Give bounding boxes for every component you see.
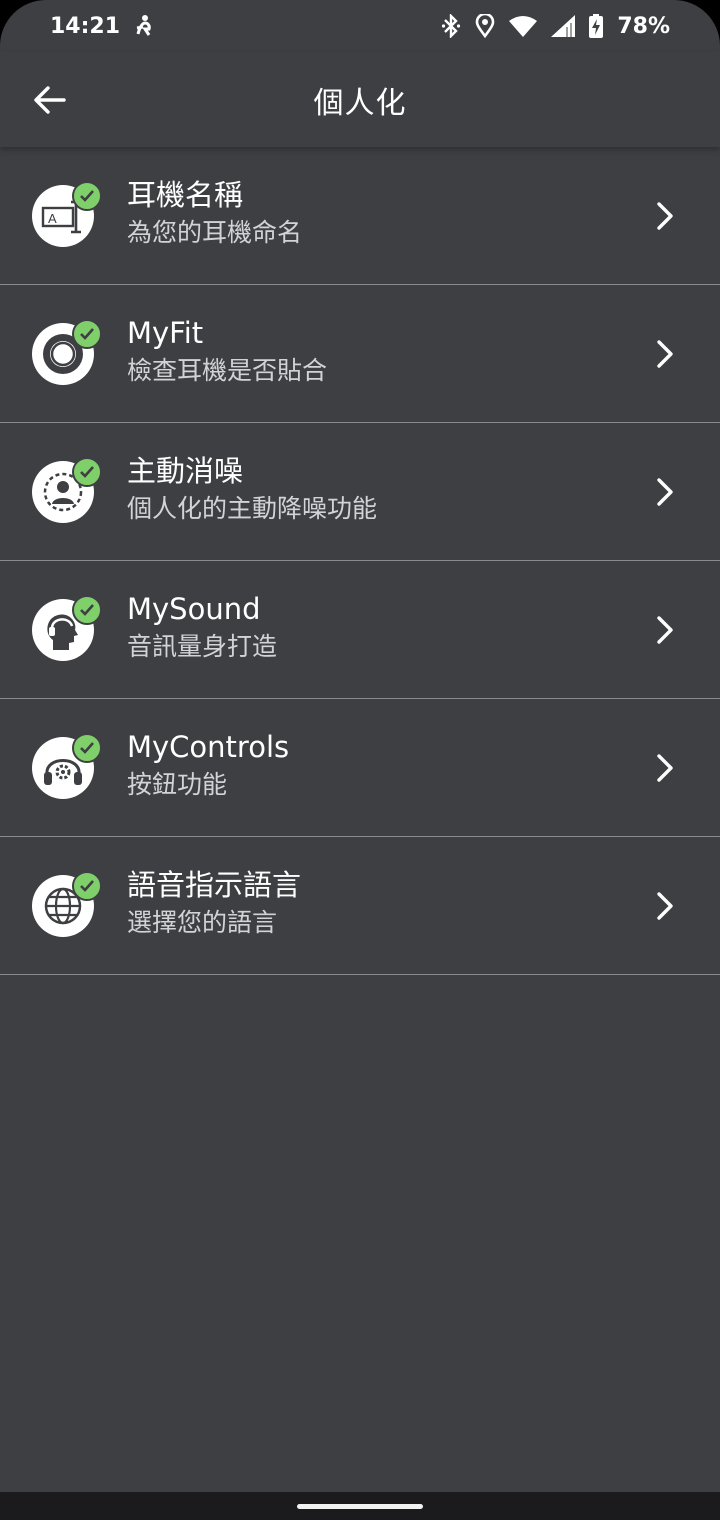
page-title: 個人化 bbox=[313, 85, 407, 121]
list-item-headset-name[interactable]: A 耳機名稱 為您的耳機命名 bbox=[0, 147, 720, 285]
battery-level: 78% bbox=[617, 13, 670, 39]
list-item-anc[interactable]: 主動消噪 個人化的主動降噪功能 bbox=[0, 423, 720, 561]
list-item-myfit[interactable]: MyFit 檢查耳機是否貼合 bbox=[0, 285, 720, 423]
item-subtitle: 音訊量身打造 bbox=[127, 632, 278, 661]
item-title: MyControls bbox=[127, 730, 290, 764]
location-icon bbox=[475, 14, 495, 38]
list-item-mycontrols[interactable]: MyControls 按鈕功能 bbox=[0, 699, 720, 837]
item-title: 語音指示語言 bbox=[127, 868, 302, 902]
check-icon bbox=[72, 181, 102, 211]
chevron-right-icon bbox=[657, 202, 673, 230]
back-button[interactable] bbox=[28, 78, 72, 122]
wifi-icon bbox=[509, 15, 538, 37]
chevron-right-icon bbox=[657, 892, 673, 920]
svg-text:A: A bbox=[48, 211, 57, 226]
check-icon bbox=[72, 871, 102, 901]
check-icon bbox=[72, 733, 102, 763]
item-icon-wrap bbox=[32, 871, 102, 939]
item-icon-wrap bbox=[32, 319, 102, 387]
item-subtitle: 個人化的主動降噪功能 bbox=[127, 494, 378, 523]
item-subtitle: 選擇您的語言 bbox=[127, 908, 278, 937]
chevron-right-icon bbox=[657, 478, 673, 506]
item-title: MySound bbox=[127, 592, 261, 626]
list-item-voice-language[interactable]: 語音指示語言 選擇您的語言 bbox=[0, 837, 720, 975]
item-icon-wrap bbox=[32, 595, 102, 663]
item-icon-wrap: A bbox=[32, 181, 102, 249]
status-time: 14:21 bbox=[50, 13, 121, 39]
bluetooth-icon bbox=[441, 14, 461, 38]
chevron-right-icon bbox=[657, 754, 673, 782]
item-title: 主動消噪 bbox=[127, 454, 244, 488]
back-arrow-icon bbox=[34, 86, 66, 114]
battery-charging-icon bbox=[589, 14, 604, 38]
item-icon-wrap bbox=[32, 733, 102, 801]
signal-icon bbox=[551, 15, 576, 37]
item-title: MyFit bbox=[127, 316, 204, 350]
chevron-right-icon bbox=[657, 616, 673, 644]
chevron-right-icon bbox=[657, 340, 673, 368]
settings-list: A 耳機名稱 為您的耳機命名 MyFit 檢查耳機是否貼合 主動消噪 個人化的主… bbox=[0, 147, 720, 975]
item-icon-wrap bbox=[32, 457, 102, 525]
item-subtitle: 按鈕功能 bbox=[127, 770, 228, 799]
item-subtitle: 為您的耳機命名 bbox=[127, 218, 303, 247]
item-subtitle: 檢查耳機是否貼合 bbox=[127, 356, 328, 385]
accessibility-icon bbox=[134, 14, 156, 38]
check-icon bbox=[72, 457, 102, 487]
status-bar: 14:21 78% bbox=[0, 0, 720, 52]
check-icon bbox=[72, 595, 102, 625]
list-item-mysound[interactable]: MySound 音訊量身打造 bbox=[0, 561, 720, 699]
home-handle[interactable] bbox=[297, 1504, 423, 1509]
item-title: 耳機名稱 bbox=[127, 178, 244, 212]
check-icon bbox=[72, 319, 102, 349]
gesture-nav-bar bbox=[0, 1492, 720, 1520]
app-header: 個人化 bbox=[0, 52, 720, 147]
screen: 14:21 78% 個人化 A 耳機名稱 為您的耳機命名 MyFit 檢查耳機是… bbox=[0, 0, 720, 1520]
